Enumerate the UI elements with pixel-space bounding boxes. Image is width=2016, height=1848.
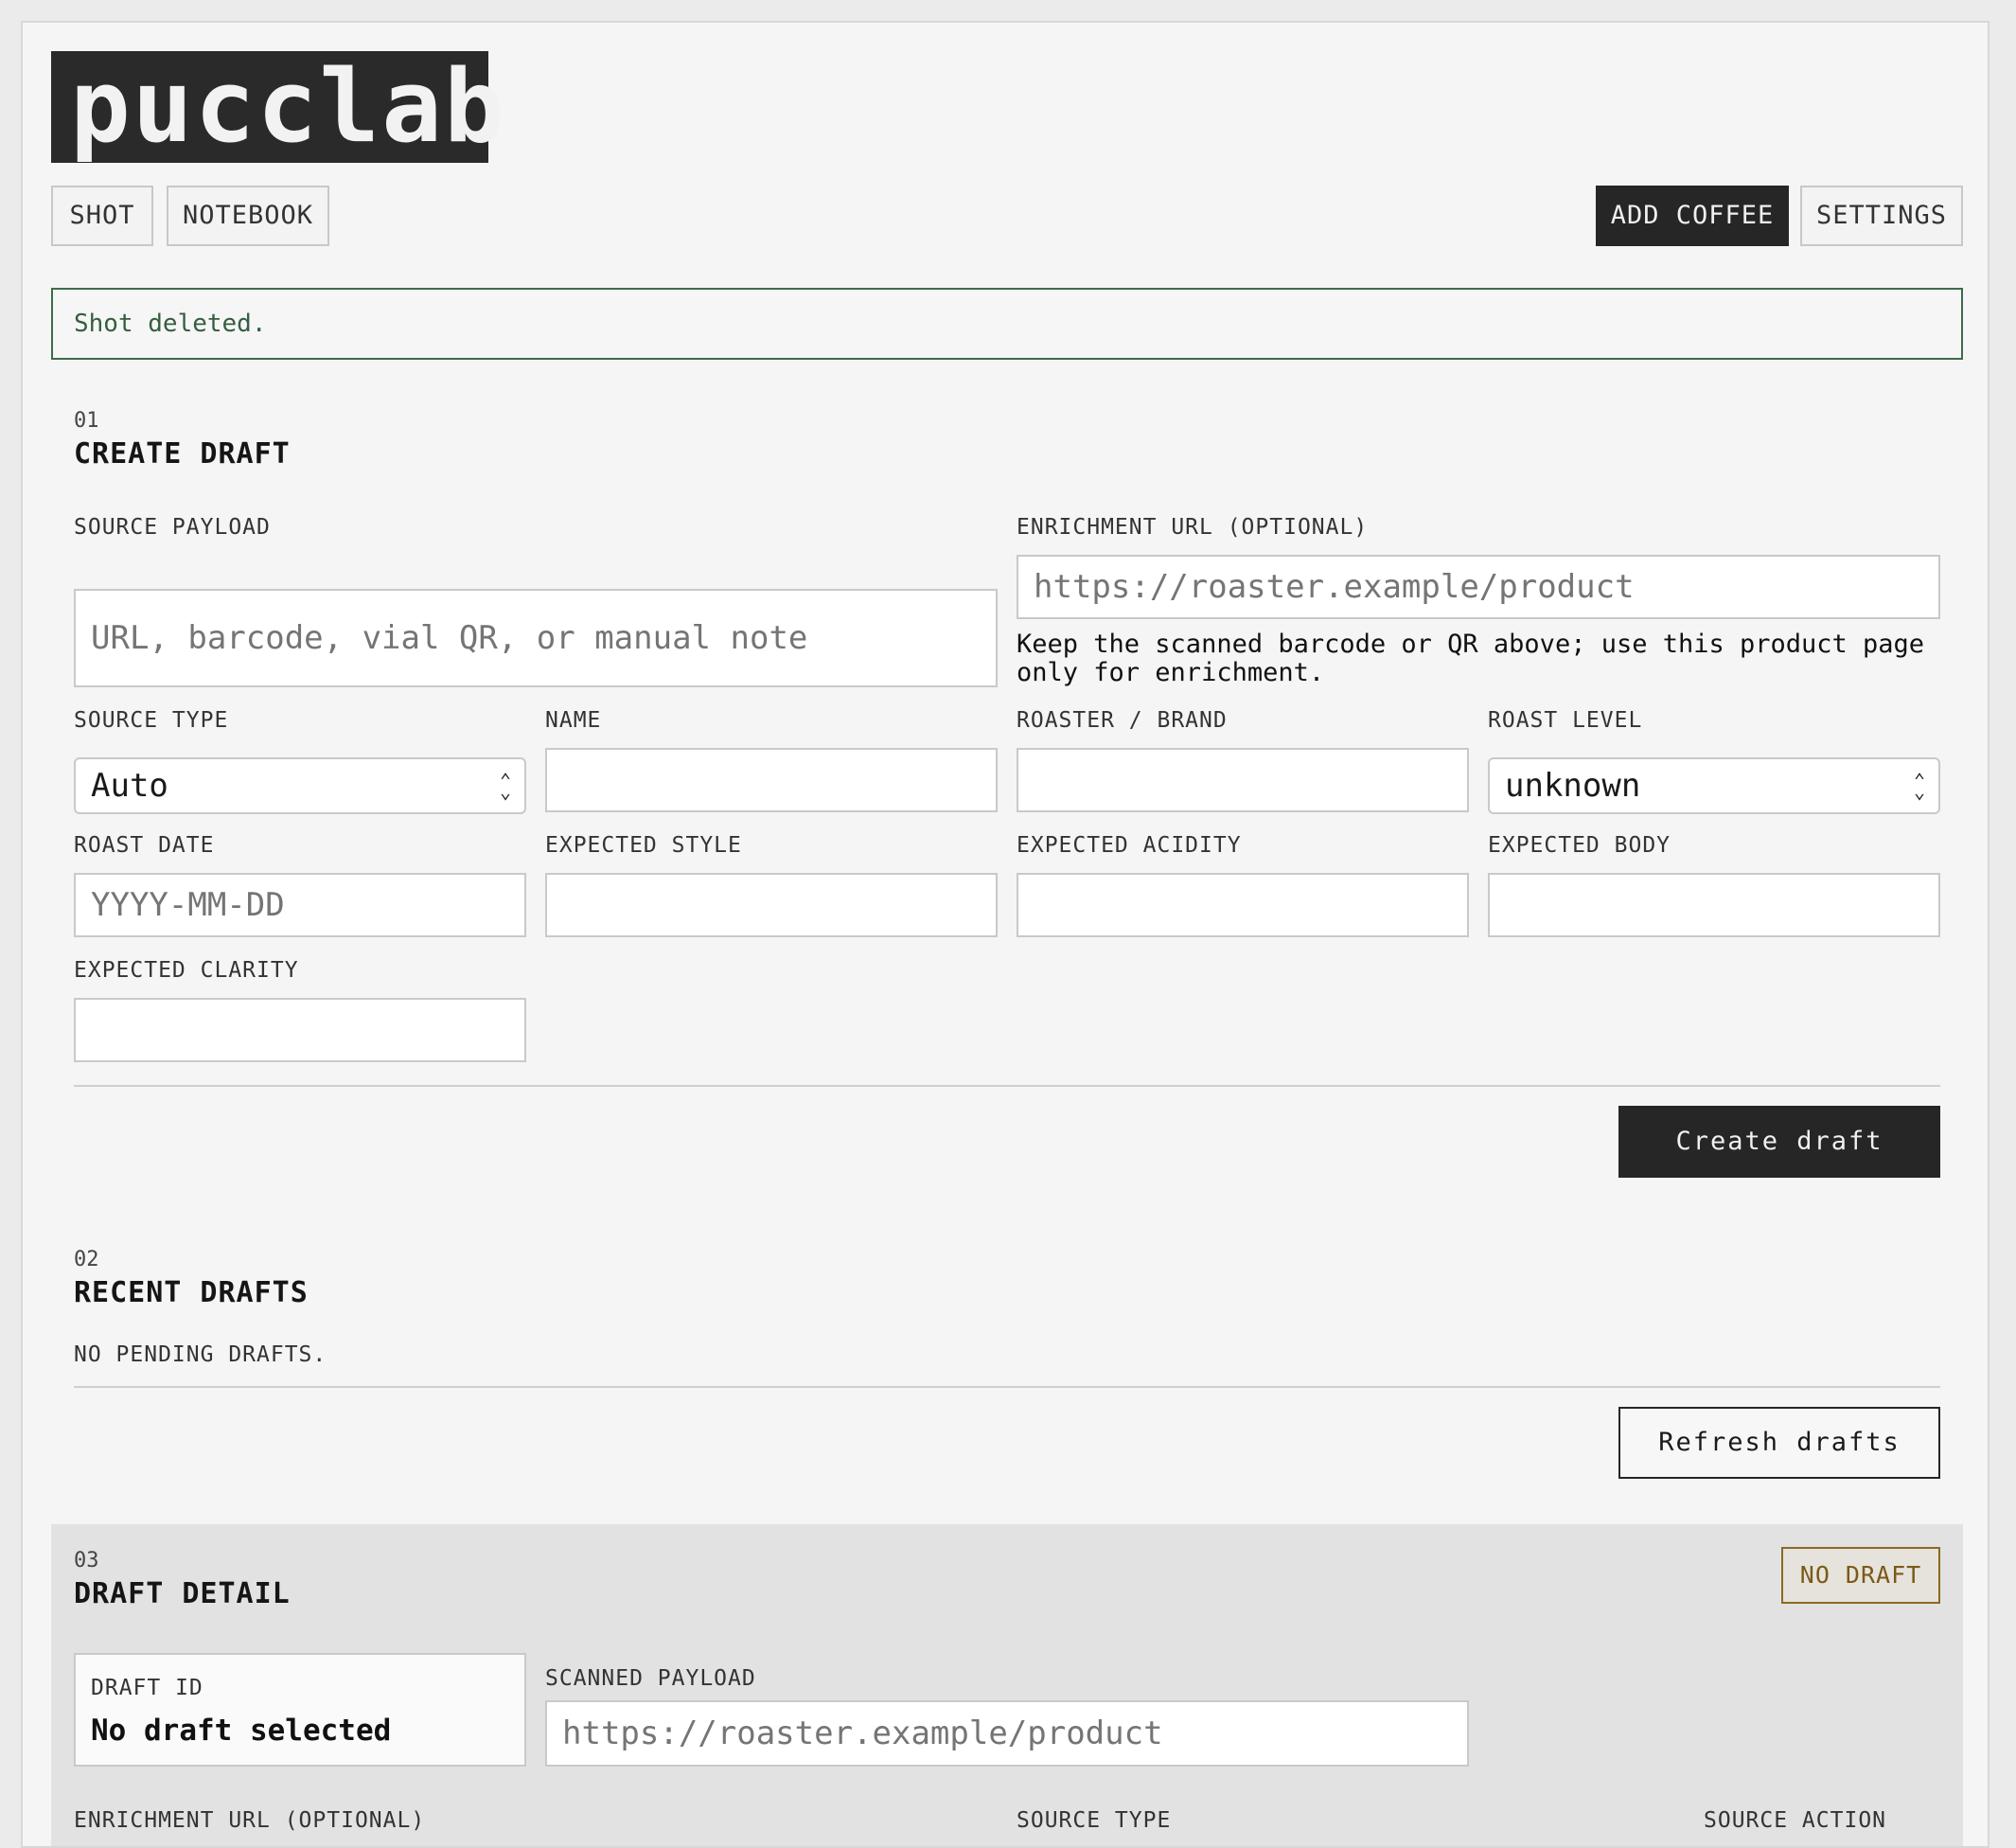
draft-status-badge: NO DRAFT	[1781, 1547, 1940, 1604]
chevron-updown-icon: ⌃ ⌄	[499, 769, 511, 803]
section-title-recent: RECENT DRAFTS	[74, 1276, 309, 1309]
roast-date-label: ROAST DATE	[74, 833, 215, 858]
nav-notebook-button[interactable]: NOTEBOOK	[167, 186, 329, 246]
nav-settings-button[interactable]: SETTINGS	[1800, 186, 1963, 246]
no-drafts-text: NO PENDING DRAFTS.	[74, 1342, 327, 1367]
divider	[74, 1386, 1940, 1388]
section-number-create: 01	[74, 409, 99, 433]
expected-acidity-input[interactable]	[1017, 873, 1469, 937]
roaster-brand-label: ROASTER / BRAND	[1017, 708, 1228, 733]
expected-style-input[interactable]	[545, 873, 998, 937]
draft-id-card: DRAFT ID No draft selected	[74, 1653, 526, 1767]
app-frame: pucclab SHOT NOTEBOOK ADD COFFEE SETTING…	[21, 21, 1989, 1848]
status-banner: Shot deleted.	[51, 288, 1963, 360]
detail-enrichment-url-label: ENRICHMENT URL (OPTIONAL)	[74, 1808, 426, 1833]
expected-clarity-input[interactable]	[74, 998, 526, 1062]
roast-level-label: ROAST LEVEL	[1488, 708, 1643, 733]
roast-date-input[interactable]	[74, 873, 526, 937]
draft-id-label: DRAFT ID	[91, 1676, 203, 1700]
chevron-updown-icon: ⌃ ⌄	[1913, 769, 1925, 803]
enrichment-url-input[interactable]	[1017, 555, 1940, 619]
roast-level-value: unknown	[1505, 767, 1641, 805]
create-draft-button[interactable]: Create draft	[1618, 1106, 1940, 1178]
section-number-recent: 02	[74, 1248, 99, 1271]
source-action-label: SOURCE ACTION	[1704, 1808, 1887, 1833]
divider	[74, 1085, 1940, 1087]
source-type-select[interactable]: Auto ⌃ ⌄	[74, 757, 526, 814]
source-type-label: SOURCE TYPE	[74, 708, 229, 733]
source-type-value: Auto	[91, 767, 168, 805]
roaster-brand-input[interactable]	[1017, 748, 1469, 812]
detail-source-type-label: SOURCE TYPE	[1017, 1808, 1172, 1833]
name-input[interactable]	[545, 748, 998, 812]
scanned-payload-label: SCANNED PAYLOAD	[545, 1666, 756, 1691]
nav-add-coffee-button[interactable]: ADD COFFEE	[1596, 186, 1789, 246]
draft-id-value: No draft selected	[91, 1714, 392, 1748]
section-number-detail: 03	[74, 1549, 99, 1573]
expected-clarity-label: EXPECTED CLARITY	[74, 958, 299, 983]
expected-style-label: EXPECTED STYLE	[545, 833, 742, 858]
expected-body-label: EXPECTED BODY	[1488, 833, 1671, 858]
source-payload-input[interactable]	[74, 589, 998, 687]
section-title-create: CREATE DRAFT	[74, 437, 291, 471]
enrichment-url-label: ENRICHMENT URL (OPTIONAL)	[1017, 515, 1369, 540]
scanned-payload-input[interactable]	[545, 1700, 1469, 1767]
source-payload-label: SOURCE PAYLOAD	[74, 515, 271, 540]
expected-acidity-label: EXPECTED ACIDITY	[1017, 833, 1242, 858]
refresh-drafts-button[interactable]: Refresh drafts	[1618, 1407, 1940, 1479]
section-title-detail: DRAFT DETAIL	[74, 1577, 291, 1610]
app-logo: pucclab	[51, 51, 504, 163]
enrichment-hint: Keep the scanned barcode or QR above; us…	[1017, 630, 1925, 687]
nav-shot-button[interactable]: SHOT	[51, 186, 153, 246]
roast-level-select[interactable]: unknown ⌃ ⌄	[1488, 757, 1940, 814]
name-label: NAME	[545, 708, 602, 733]
expected-body-input[interactable]	[1488, 873, 1940, 937]
